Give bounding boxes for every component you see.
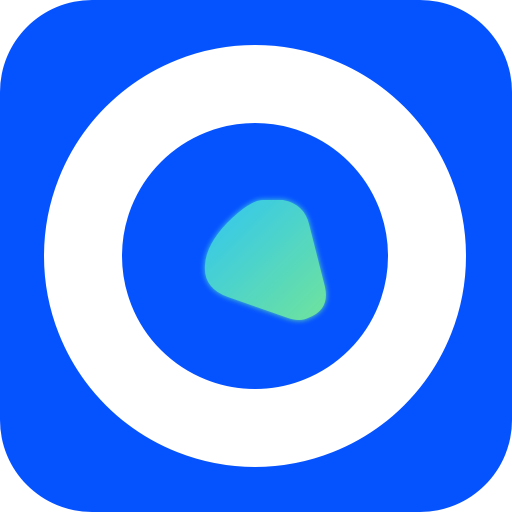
app-icon[interactable] [0,0,512,512]
ring-play-icon [0,0,512,512]
